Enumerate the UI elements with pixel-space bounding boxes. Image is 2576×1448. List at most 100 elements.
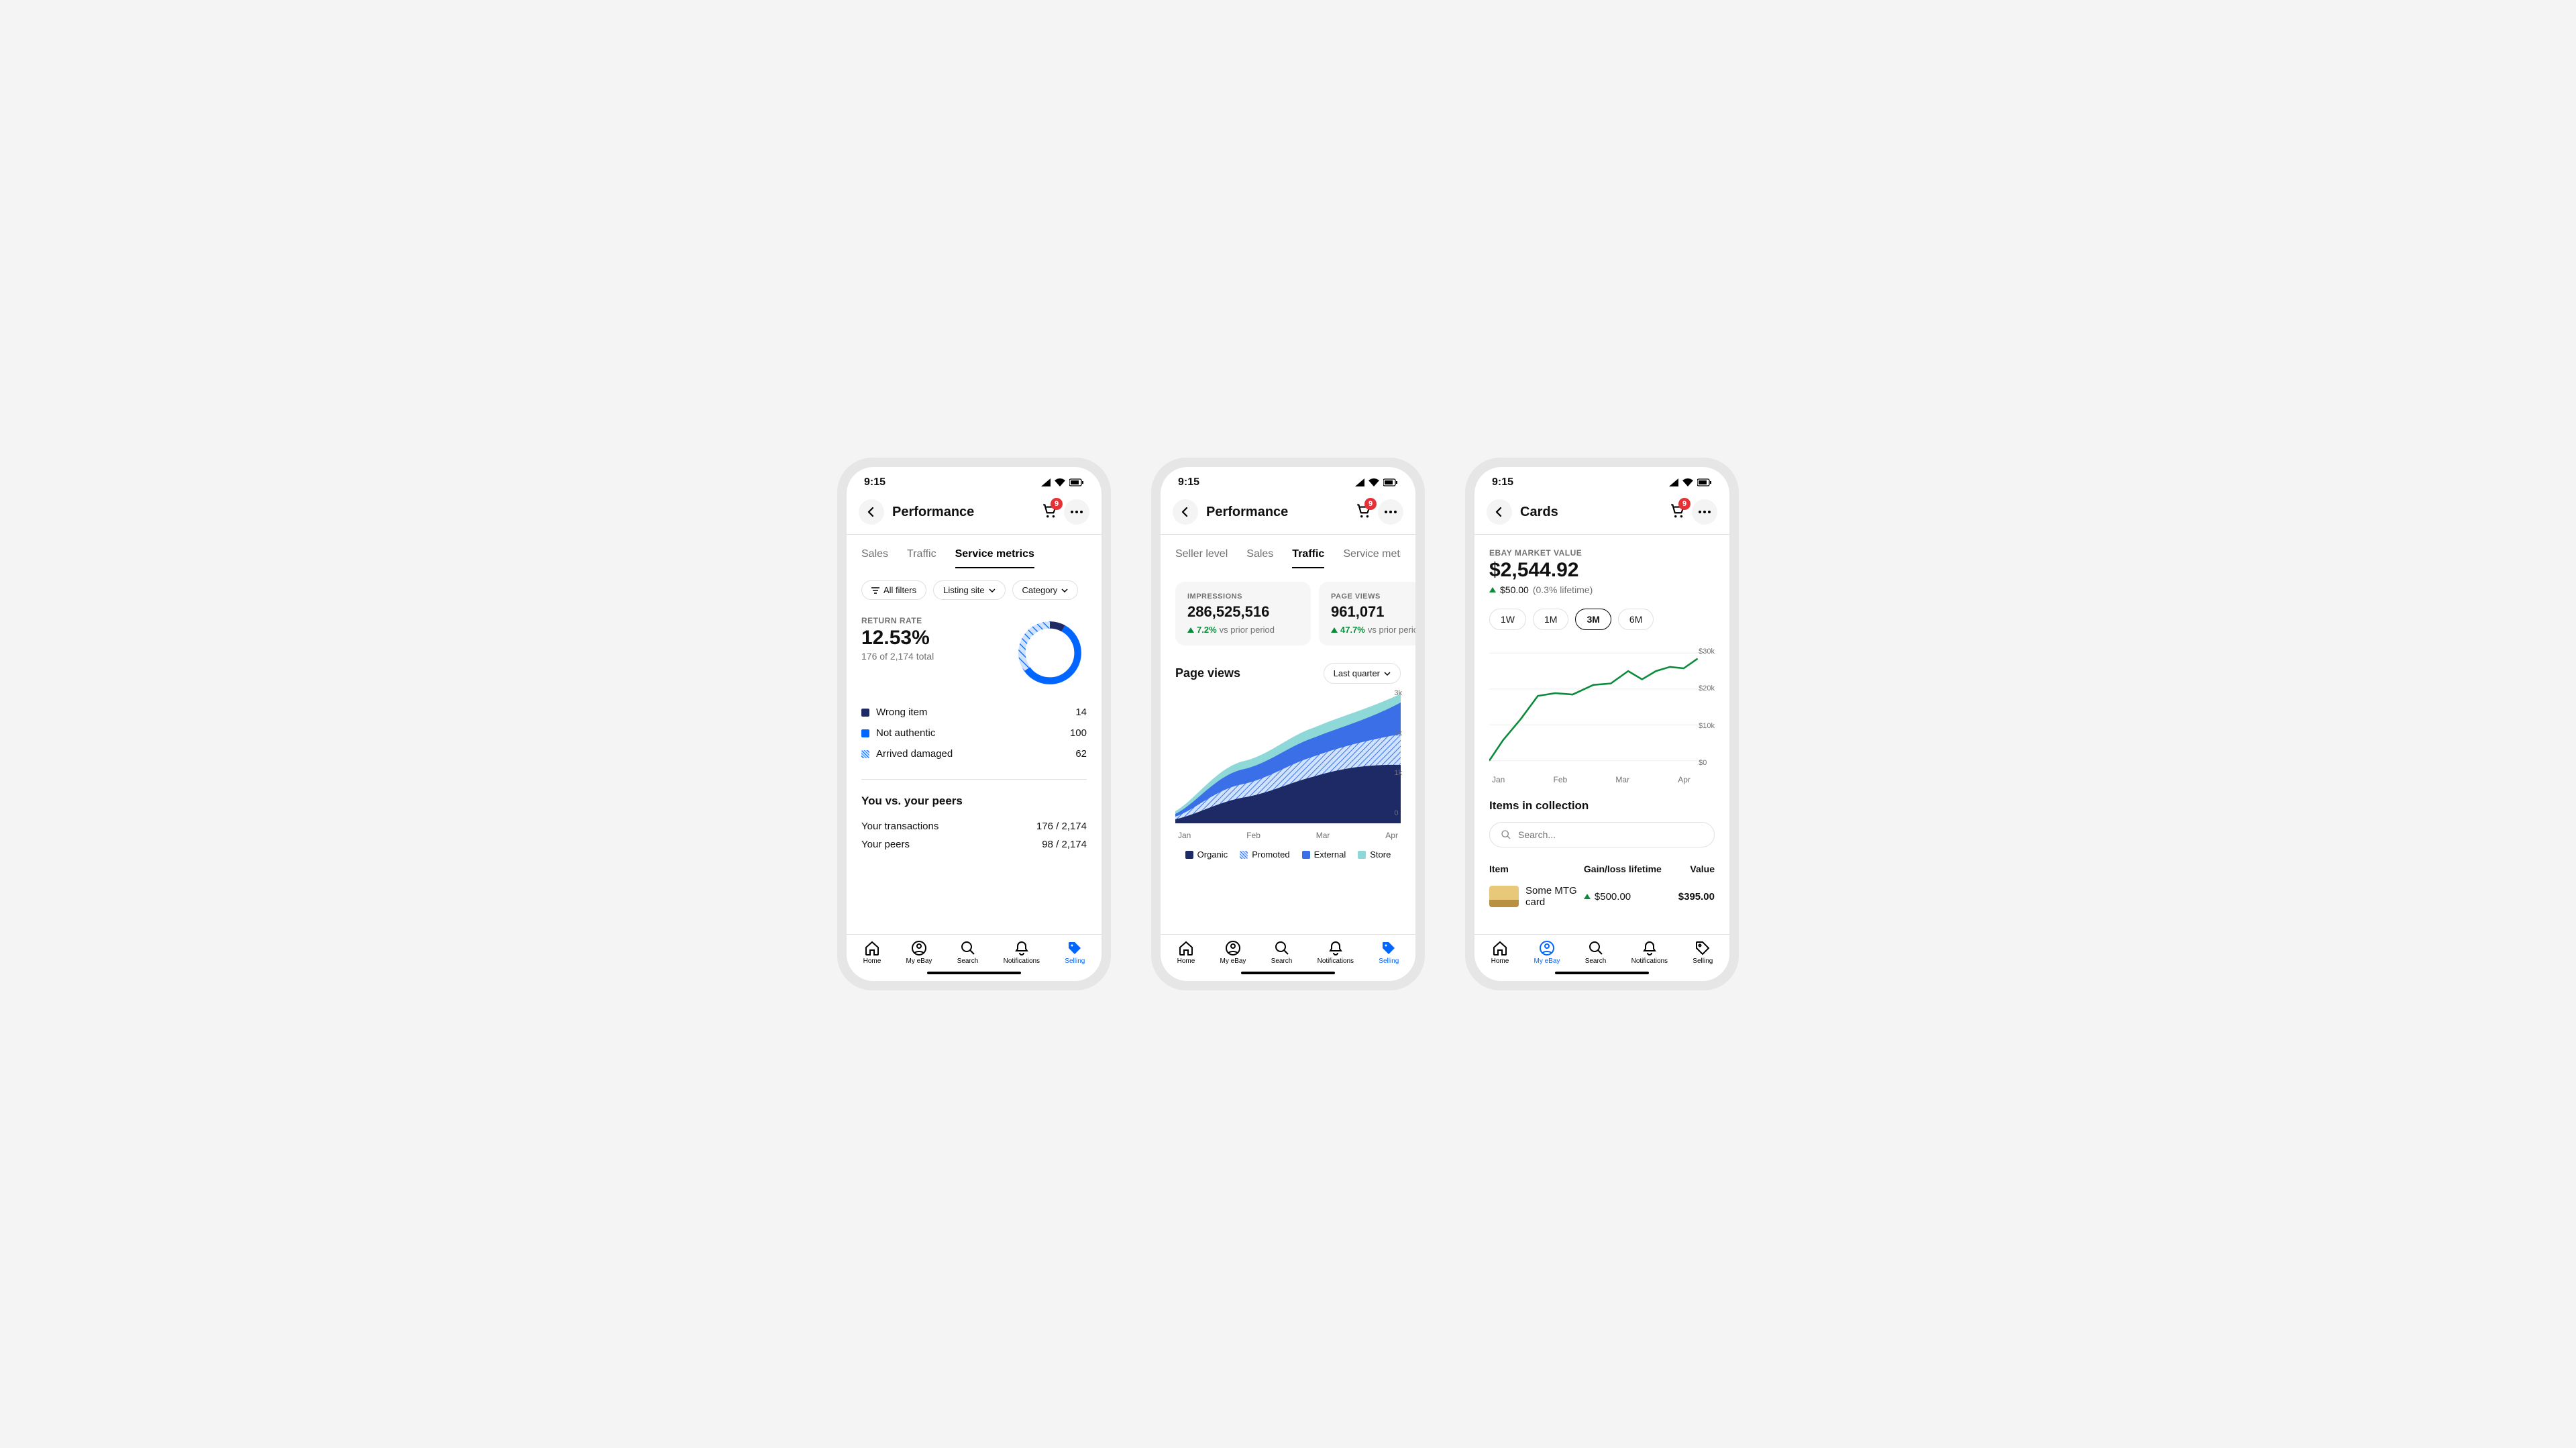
home-icon [1178,940,1194,956]
legend-value: 62 [1075,748,1087,760]
y-tick: $20k [1699,684,1715,692]
col-item: Item [1489,864,1584,874]
chip-all-filters-label: All filters [883,585,916,595]
nav-notifications[interactable]: Notifications [1631,940,1668,965]
card-impressions[interactable]: IMPRESSIONS 286,525,516 7.2%vs prior per… [1175,582,1311,645]
nav-selling[interactable]: Selling [1379,940,1399,965]
y-tick: $0 [1699,759,1715,767]
tab-traffic[interactable]: Traffic [1292,548,1324,568]
cart-button[interactable]: 9 [1669,502,1686,523]
nav-home[interactable]: Home [1177,940,1195,965]
nav-search[interactable]: Search [1271,940,1293,965]
tab-traffic[interactable]: Traffic [907,548,936,568]
x-tick: Jan [1178,831,1191,840]
tab-service-metrics[interactable]: Service metrics [955,548,1034,568]
cart-button[interactable]: 9 [1041,502,1059,523]
col-value: Value [1664,864,1715,874]
legend-label: Arrived damaged [876,748,953,760]
table-row[interactable]: Some MTG card $500.00 $395.00 [1489,878,1715,915]
chip-all-filters[interactable]: All filters [861,580,926,600]
range-3m[interactable]: 3M [1575,609,1611,630]
tab-seller-level[interactable]: Seller level [1175,548,1228,568]
legend-label: External [1314,849,1346,860]
delta-amount: $50.00 [1500,584,1529,595]
chevron-down-icon [989,588,996,592]
card-suffix: vs prior period [1368,625,1415,635]
nav-label: Search [1271,958,1293,965]
card-page-views[interactable]: PAGE VIEWS 961,071 47.7%vs prior period [1319,582,1415,645]
x-tick: Feb [1554,775,1568,784]
nav-search[interactable]: Search [957,940,979,965]
app-header: Performance 9 [1161,493,1415,535]
x-tick: Jan [1492,775,1505,784]
home-icon [864,940,880,956]
nav-my-ebay[interactable]: My eBay [1220,940,1246,965]
nav-notifications[interactable]: Notifications [1318,940,1354,965]
legend-row: Wrong item 14 [861,702,1087,723]
search-icon [960,940,976,956]
stat-cards: IMPRESSIONS 286,525,516 7.2%vs prior per… [1175,582,1415,645]
back-button[interactable] [1173,499,1198,525]
more-button[interactable] [1064,499,1089,525]
nav-home[interactable]: Home [1491,940,1509,965]
range-1m[interactable]: 1M [1533,609,1568,630]
nav-my-ebay[interactable]: My eBay [1534,940,1560,965]
page-views-chart [1175,689,1401,823]
page-title: Performance [892,505,974,520]
status-bar: 9:15 [1474,467,1729,493]
chart-legend: Organic Promoted External Store [1175,840,1401,860]
item-gain: $500.00 [1595,891,1631,902]
nav-label: My eBay [1220,958,1246,965]
legend-swatch-icon [861,729,869,737]
back-button[interactable] [859,499,884,525]
battery-icon [1383,478,1398,486]
peers-key: Your transactions [861,821,938,832]
cart-badge: 9 [1364,498,1377,510]
tab-sales[interactable]: Sales [1246,548,1273,568]
legend-label: Not authentic [876,727,935,739]
tabs: Seller level Sales Traffic Service metri… [1175,535,1401,568]
range-dropdown[interactable]: Last quarter [1324,663,1401,684]
y-axis: $30k $20k $10k $0 [1699,648,1715,767]
tab-sales[interactable]: Sales [861,548,888,568]
peers-val: 176 / 2,174 [1036,821,1087,832]
search-input[interactable]: Search... [1489,822,1715,847]
arrow-up-icon [1489,587,1496,592]
phone-frame-1: 9:15 Performance 9 [837,458,1111,990]
cart-button[interactable]: 9 [1355,502,1373,523]
more-button[interactable] [1692,499,1717,525]
tab-service-metrics[interactable]: Service metrics [1343,548,1401,568]
chip-category-label: Category [1022,585,1058,595]
arrow-up-icon [1331,627,1338,633]
chart-header: Page views Last quarter [1175,663,1401,684]
legend-value: 14 [1075,707,1087,718]
range-1w[interactable]: 1W [1489,609,1526,630]
x-tick: Mar [1615,775,1629,784]
return-rate-donut [1013,616,1087,690]
nav-label: Selling [1379,958,1399,965]
chip-category[interactable]: Category [1012,580,1079,600]
nav-selling[interactable]: Selling [1693,940,1713,965]
back-button[interactable] [1487,499,1512,525]
bell-icon [1328,940,1344,956]
nav-search[interactable]: Search [1585,940,1607,965]
range-selector: 1W 1M 3M 6M [1489,595,1715,643]
market-value-delta: $50.00 (0.3% lifetime) [1489,584,1715,595]
nav-selling[interactable]: Selling [1065,940,1085,965]
status-bar: 9:15 [1161,467,1415,493]
status-time: 9:15 [864,476,885,488]
nav-label: My eBay [1534,958,1560,965]
nav-notifications[interactable]: Notifications [1004,940,1040,965]
chip-listing-site[interactable]: Listing site [933,580,1005,600]
page-title: Performance [1206,505,1288,520]
nav-my-ebay[interactable]: My eBay [906,940,932,965]
peers-row: Your transactions 176 / 2,174 [861,817,1087,835]
legend-swatch-icon [861,750,869,758]
tag-icon [1067,940,1083,956]
range-6m[interactable]: 6M [1618,609,1654,630]
peers-key: Your peers [861,839,910,850]
return-rate-block: RETURN RATE 12.53% 176 of 2,174 total [861,612,1087,696]
market-value-label: EBAY MARKET VALUE [1489,548,1715,558]
more-button[interactable] [1378,499,1403,525]
nav-home[interactable]: Home [863,940,881,965]
